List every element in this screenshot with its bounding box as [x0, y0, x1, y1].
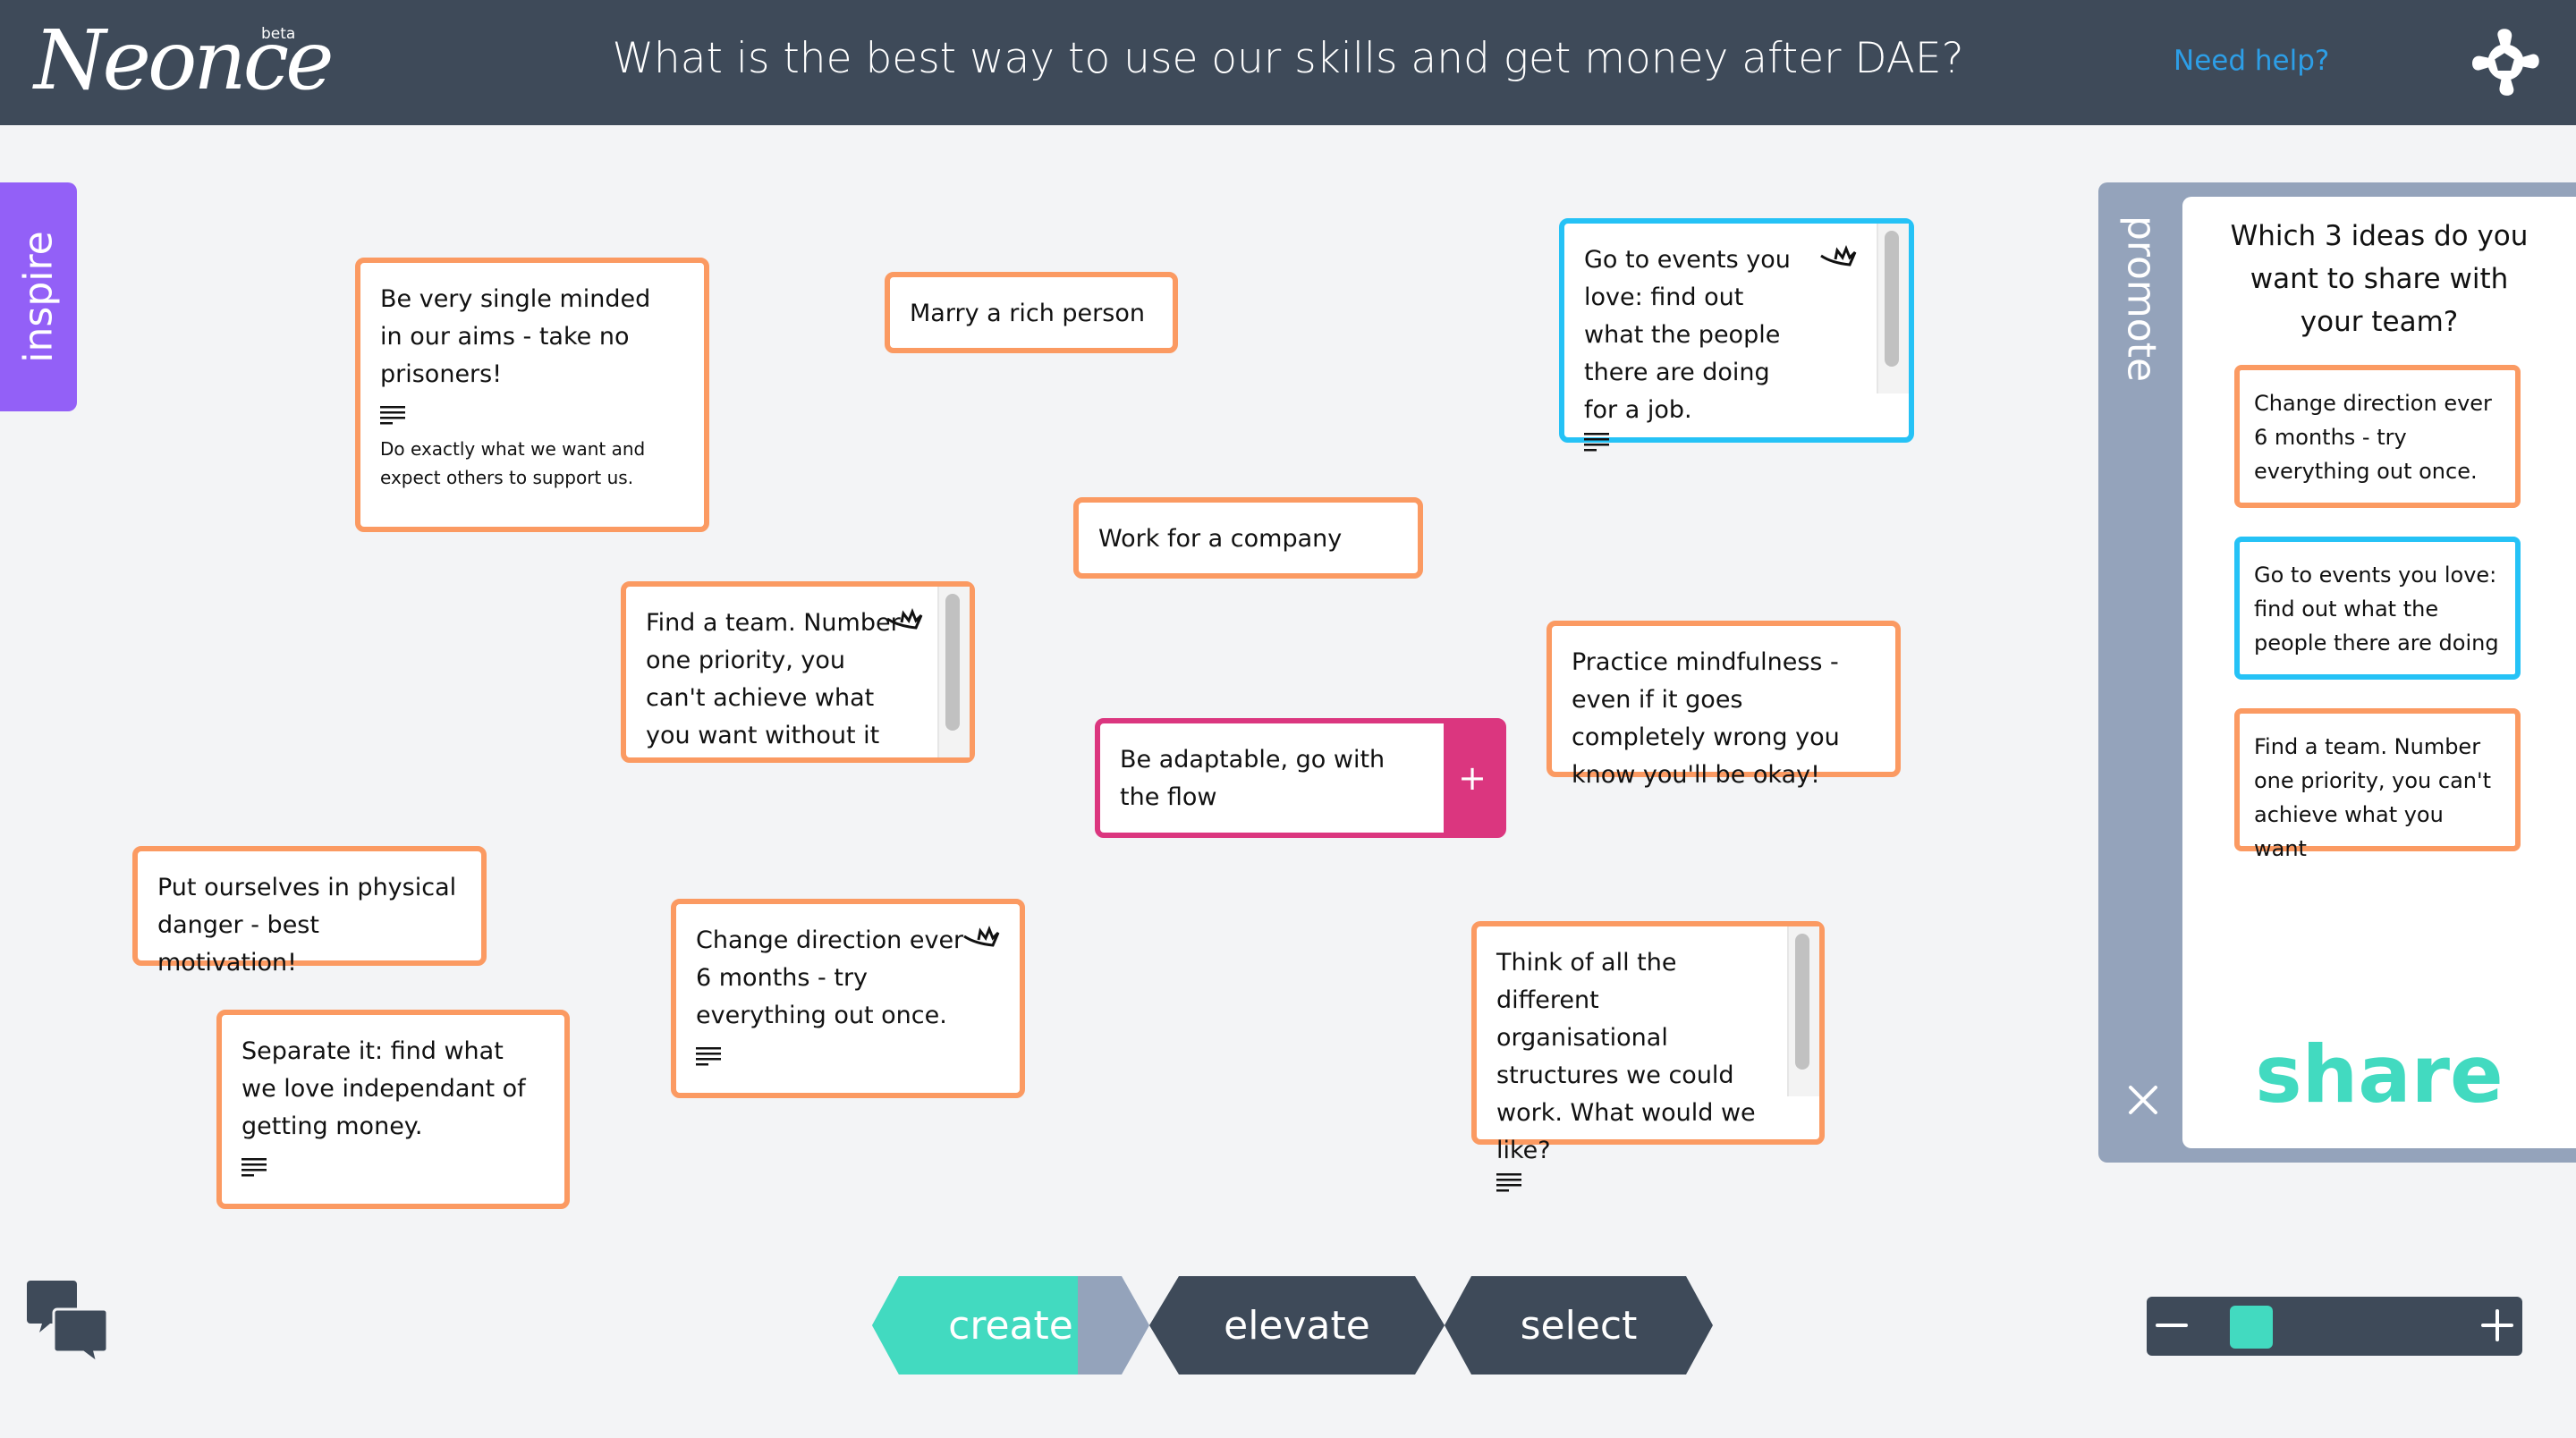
selected-idea[interactable]: Go to events you love: find out what the…	[2234, 537, 2521, 680]
promote-tab[interactable]: promote	[2119, 216, 2165, 382]
card-text: Put ourselves in physical danger - best …	[157, 874, 457, 977]
card-text: Think of all the different organisationa…	[1496, 949, 1756, 1164]
idea-card[interactable]: Practice mindfulness - even if it goes c…	[1546, 621, 1901, 789]
inspire-label: inspire	[15, 231, 62, 363]
card-text: Go to events you love: find out what the…	[1584, 246, 1791, 424]
share-button[interactable]: share	[2182, 1028, 2576, 1121]
stage-elevate[interactable]: elevate	[1149, 1276, 1445, 1375]
promote-question: Which 3 ideas do you want to share with …	[2230, 220, 2529, 338]
idea-card[interactable]: Separate it: find what we love independa…	[216, 1010, 570, 1209]
selected-idea[interactable]: Change direction ever 6 months - try eve…	[2234, 365, 2521, 508]
card-text: Change direction ever 6 months - try eve…	[696, 926, 964, 1029]
card-description: Do exactly what we want and expect other…	[380, 438, 646, 488]
add-idea-button[interactable]: +	[1444, 723, 1501, 833]
card-scrollbar[interactable]	[1877, 224, 1909, 393]
header-bar: Neonce beta What is the best way to use …	[0, 0, 2576, 125]
idea-card[interactable]: Find a team. Number one priority, you ca…	[621, 581, 975, 763]
crown-icon[interactable]	[962, 924, 1002, 951]
idea-card[interactable]: Change direction ever 6 months - try eve…	[671, 899, 1025, 1098]
crown-icon[interactable]	[886, 606, 925, 633]
card-text: Work for a company	[1098, 525, 1343, 553]
notes-icon[interactable]	[1584, 431, 1609, 453]
idea-card[interactable]: Work for a company	[1073, 497, 1423, 579]
inspire-tab[interactable]: inspire	[0, 182, 77, 411]
card-text[interactable]: Be adaptable, go with the flow	[1120, 741, 1420, 816]
notes-icon[interactable]	[696, 1045, 721, 1067]
notes-icon[interactable]	[380, 404, 405, 426]
notes-icon[interactable]	[242, 1156, 267, 1178]
promote-panel: promote Which 3 ideas do you want to sha…	[2098, 182, 2576, 1163]
zoom-control	[2147, 1297, 2522, 1356]
stage-select[interactable]: select	[1445, 1276, 1713, 1375]
zoom-slider-thumb[interactable]	[2230, 1306, 2274, 1349]
idea-card[interactable]: Go to events you love: find out what the…	[1559, 218, 1914, 452]
close-icon[interactable]	[2127, 1084, 2159, 1116]
stage-navigation: create elevate select	[872, 1276, 1722, 1375]
zoom-in-icon[interactable]	[2479, 1307, 2515, 1343]
selected-idea-text: Find a team. Number one priority, you ca…	[2254, 734, 2491, 861]
idea-card[interactable]: Marry a rich person	[885, 272, 1178, 353]
card-scrollbar[interactable]	[1787, 926, 1819, 1096]
card-text: Be very single minded in our aims - take…	[380, 285, 651, 388]
selected-idea-text: Change direction ever 6 months - try eve…	[2254, 391, 2492, 484]
idea-card[interactable]: Be very single minded in our aims - take…	[355, 258, 709, 532]
selected-idea[interactable]: Find a team. Number one priority, you ca…	[2234, 708, 2521, 861]
idea-card-draft[interactable]: Be adaptable, go with the flow +	[1095, 718, 1506, 838]
need-help-link[interactable]: Need help?	[2174, 45, 2329, 77]
card-scrollbar[interactable]	[937, 587, 970, 757]
zoom-slider[interactable]	[2209, 1297, 2460, 1356]
idea-card[interactable]: Think of all the different organisationa…	[1471, 921, 1825, 1192]
notes-icon[interactable]	[1496, 1172, 1521, 1193]
chat-icon[interactable]	[27, 1277, 111, 1366]
card-text: Practice mindfulness - even if it goes c…	[1572, 648, 1840, 789]
crown-icon[interactable]	[1819, 243, 1859, 270]
idea-card[interactable]: Put ourselves in physical danger - best …	[132, 846, 487, 977]
selected-idea-text: Go to events you love: find out what the…	[2254, 563, 2499, 656]
card-text: Find a team. Number one priority, you ca…	[646, 609, 901, 749]
gear-icon[interactable]	[2464, 22, 2545, 103]
zoom-out-icon[interactable]	[2154, 1307, 2190, 1343]
card-text: Marry a rich person	[910, 300, 1145, 327]
stage-create[interactable]: create	[872, 1276, 1149, 1375]
promote-content: Which 3 ideas do you want to share with …	[2182, 197, 2576, 1148]
card-text: Separate it: find what we love independa…	[242, 1037, 526, 1140]
